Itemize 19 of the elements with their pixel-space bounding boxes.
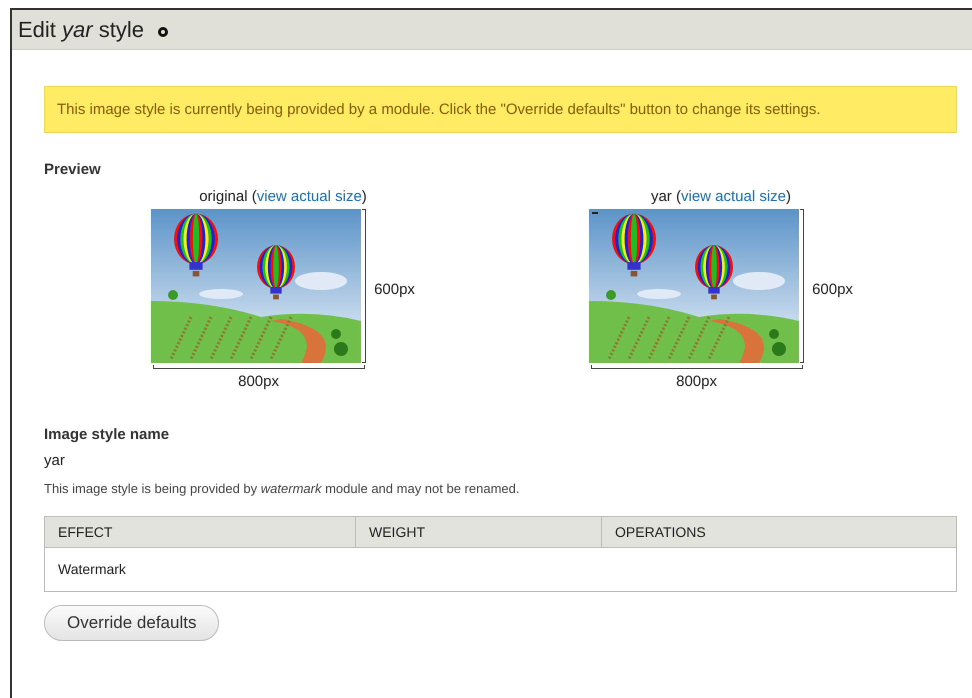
column-header: EFFECT bbox=[44, 516, 356, 548]
preview-caption: original (view actual size) bbox=[199, 186, 367, 206]
column-header: WEIGHT bbox=[356, 516, 602, 548]
height-label: 600px bbox=[374, 280, 415, 300]
column-header: OPERATIONS bbox=[602, 516, 956, 548]
field-value: yar bbox=[44, 451, 66, 471]
height-label: 600px bbox=[812, 280, 853, 300]
field-label: Image style name bbox=[44, 424, 170, 444]
view-size-link[interactable]: view actual size bbox=[256, 188, 362, 204]
table-cell: Watermark bbox=[58, 561, 126, 577]
width-label: 800px bbox=[676, 372, 717, 392]
warning-message: This image style is currently being provided by a module. Click the "Override defaults" button to change its settings. bbox=[44, 86, 957, 133]
preview-caption: yar (view actual size) bbox=[650, 186, 792, 206]
width-label: 800px bbox=[238, 372, 279, 392]
override-defaults-button[interactable]: Override defaults bbox=[44, 605, 220, 641]
view-size-link[interactable]: view actual size bbox=[680, 188, 786, 204]
page-title: Edit yar style bbox=[18, 16, 144, 44]
preview-heading: Preview bbox=[44, 160, 102, 180]
field-description: This image style is being provided by watermark module and may not be renamed. bbox=[44, 480, 520, 498]
